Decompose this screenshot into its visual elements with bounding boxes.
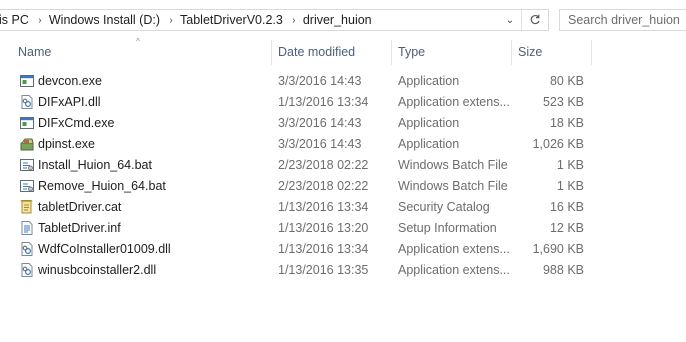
file-row[interactable]: dpinst.exe 3/3/2016 14:43 Application 1,… (0, 134, 686, 155)
file-size: 523 KB (542, 95, 584, 109)
breadcrumb-driver-huion[interactable]: driver_huion (301, 13, 376, 27)
file-name: Install_Huion_64.bat (38, 158, 152, 172)
file-type: Application (398, 116, 460, 130)
file-list: devcon.exe 3/3/2016 14:43 Application 80… (0, 71, 686, 281)
file-date: 2/23/2018 02:22 (278, 158, 369, 172)
file-size: 80 KB (549, 74, 584, 88)
file-row[interactable]: winusbcoinstaller2.dll 1/13/2016 13:35 A… (0, 260, 686, 281)
file-type: Application (398, 74, 460, 88)
batch-file-icon (19, 178, 35, 194)
file-row[interactable]: Install_Huion_64.bat 2/23/2018 02:22 Win… (0, 155, 686, 176)
file-row[interactable]: devcon.exe 3/3/2016 14:43 Application 80… (0, 71, 686, 92)
file-size: 16 KB (549, 200, 584, 214)
file-type: Security Catalog (398, 200, 490, 214)
column-header-name[interactable]: Name (12, 40, 271, 65)
file-size: 12 KB (549, 221, 584, 235)
file-name: Remove_Huion_64.bat (38, 179, 166, 193)
breadcrumb-chevron-icon[interactable]: › (33, 15, 47, 26)
file-row[interactable]: Remove_Huion_64.bat 2/23/2018 02:22 Wind… (0, 176, 686, 197)
file-date: 3/3/2016 14:43 (278, 137, 362, 151)
setup-information-icon (19, 220, 35, 236)
file-type: Application (398, 137, 460, 151)
dll-file-icon (19, 241, 35, 257)
file-type: Application extens... (398, 242, 510, 256)
file-name: devcon.exe (38, 74, 102, 88)
file-type: Application extens... (398, 263, 510, 277)
column-header-blank (591, 40, 686, 65)
file-date: 1/13/2016 13:20 (278, 221, 369, 235)
file-date: 1/13/2016 13:35 (278, 263, 369, 277)
file-type: Setup Information (398, 221, 497, 235)
file-size: 988 KB (542, 263, 584, 277)
file-name: winusbcoinstaller2.dll (38, 263, 157, 277)
file-size: 1,026 KB (532, 137, 584, 151)
address-bar[interactable]: is PC › Windows Install (D:) › TabletDri… (0, 9, 549, 31)
file-size: 18 KB (549, 116, 584, 130)
column-header-size[interactable]: Size (511, 40, 591, 65)
file-name: TabletDriver.inf (38, 221, 121, 235)
breadcrumb-tabletdriver[interactable]: TabletDriverV0.2.3 (178, 13, 287, 27)
security-catalog-icon (19, 199, 35, 215)
file-size: 1 KB (556, 179, 584, 193)
column-header-row: ^ Name Date modified Type Size (0, 37, 686, 65)
dll-file-icon (19, 94, 35, 110)
file-date: 3/3/2016 14:43 (278, 116, 362, 130)
file-row[interactable]: TabletDriver.inf 1/13/2016 13:20 Setup I… (0, 218, 686, 239)
refresh-button[interactable] (521, 10, 548, 30)
refresh-icon (530, 14, 540, 25)
column-header-type[interactable]: Type (391, 40, 511, 65)
dll-file-icon (19, 262, 35, 278)
file-name: DIFxAPI.dll (38, 95, 101, 109)
column-header-date-modified[interactable]: Date modified (271, 40, 391, 65)
file-type: Windows Batch File (398, 179, 508, 193)
file-date: 1/13/2016 13:34 (278, 200, 369, 214)
file-row[interactable]: DIFxAPI.dll 1/13/2016 13:34 Application … (0, 92, 686, 113)
file-row[interactable]: WdfCoInstaller01009.dll 1/13/2016 13:34 … (0, 239, 686, 260)
file-name: dpinst.exe (38, 137, 95, 151)
file-date: 2/23/2018 02:22 (278, 179, 369, 193)
file-size: 1,690 KB (532, 242, 584, 256)
file-date: 3/3/2016 14:43 (278, 74, 362, 88)
breadcrumb-this-pc[interactable]: is PC (0, 13, 33, 27)
batch-file-icon (19, 157, 35, 173)
file-name: DIFxCmd.exe (38, 116, 115, 130)
file-row[interactable]: DIFxCmd.exe 3/3/2016 14:43 Application 1… (0, 113, 686, 134)
application-icon (19, 73, 35, 89)
application-icon (19, 115, 35, 131)
address-dropdown-icon[interactable]: ⌄ (500, 10, 520, 30)
search-input[interactable]: Search driver_huion (559, 9, 686, 31)
file-type: Application extens... (398, 95, 510, 109)
file-name: tabletDriver.cat (38, 200, 122, 214)
installer-icon (19, 136, 35, 152)
file-date: 1/13/2016 13:34 (278, 95, 369, 109)
file-date: 1/13/2016 13:34 (278, 242, 369, 256)
breadcrumb-windows-install[interactable]: Windows Install (D:) (47, 13, 164, 27)
file-type: Windows Batch File (398, 158, 508, 172)
address-bar-row: is PC › Windows Install (D:) › TabletDri… (0, 0, 686, 40)
file-name: WdfCoInstaller01009.dll (38, 242, 171, 256)
file-row[interactable]: tabletDriver.cat 1/13/2016 13:34 Securit… (0, 197, 686, 218)
file-size: 1 KB (556, 158, 584, 172)
breadcrumb-chevron-icon[interactable]: › (287, 15, 301, 26)
breadcrumb-chevron-icon[interactable]: › (164, 15, 178, 26)
